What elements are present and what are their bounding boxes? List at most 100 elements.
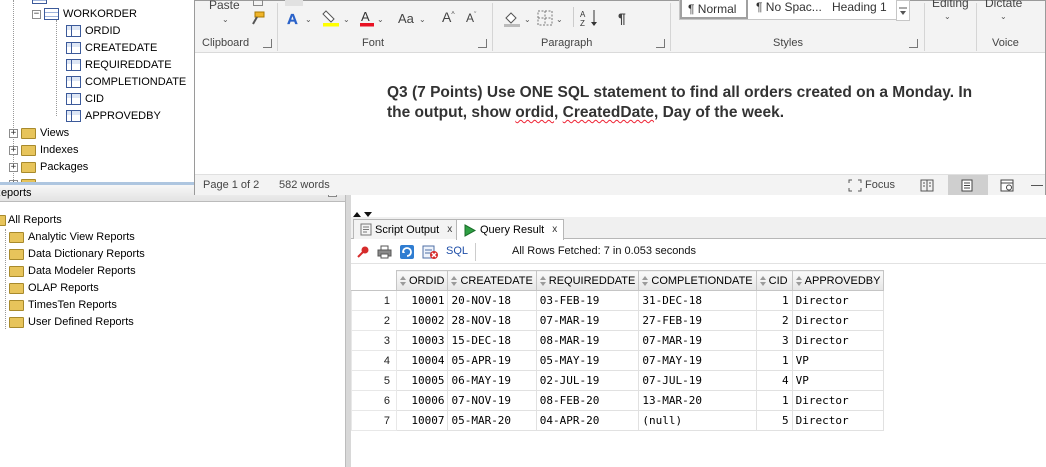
- cell-requireddate[interactable]: 05-MAY-19: [535, 350, 640, 371]
- shading-icon[interactable]: [502, 9, 522, 27]
- spellcheck-word[interactable]: ordid: [515, 104, 554, 121]
- print-layout-icon[interactable]: [960, 179, 974, 192]
- cell-cid[interactable]: 1: [755, 390, 793, 411]
- table-row[interactable]: 7 10007 05-MAR-20 04-APR-20 (null) 5 Dir…: [351, 410, 885, 431]
- tab-script-output[interactable]: Script Output x: [353, 219, 460, 239]
- format-painter-icon[interactable]: [249, 11, 265, 25]
- cell-approvedby[interactable]: Director: [791, 390, 885, 411]
- cell-approvedby[interactable]: VP: [791, 350, 885, 371]
- cancel-query-icon[interactable]: [422, 244, 439, 260]
- cell-completiondate[interactable]: 07-MAY-19: [638, 350, 757, 371]
- cell-cid[interactable]: 4: [755, 370, 793, 391]
- column-header-createdate[interactable]: CREATEDATE: [447, 270, 537, 291]
- expand-icon[interactable]: +: [9, 145, 18, 155]
- cell-cid[interactable]: 5: [755, 410, 793, 431]
- tree-column-approvedby[interactable]: APPROVEDBY: [66, 108, 161, 124]
- column-header-cid[interactable]: CID: [755, 270, 793, 291]
- tree-column-requireddate[interactable]: REQUIREDDATE: [66, 57, 172, 73]
- chevron-down-icon[interactable]: ⌄: [944, 12, 951, 21]
- focus-button[interactable]: Focus: [865, 179, 895, 191]
- cell-ordid[interactable]: 10005: [395, 370, 449, 391]
- style-heading-1[interactable]: Heading 1: [826, 0, 900, 19]
- tree-folder-indexes[interactable]: + Indexes: [9, 142, 79, 158]
- cell-ordid[interactable]: 10007: [395, 410, 449, 431]
- chevron-down-icon[interactable]: ⌄: [377, 15, 384, 24]
- tab-query-result[interactable]: Query Result x: [456, 219, 565, 240]
- text-effects-icon[interactable]: A: [285, 11, 303, 27]
- chevron-down-icon[interactable]: ⌄: [305, 15, 312, 24]
- cell-requireddate[interactable]: 03-FEB-19: [535, 290, 640, 311]
- cell-createdate[interactable]: 05-APR-19: [447, 350, 537, 371]
- paste-button[interactable]: Paste: [209, 0, 240, 12]
- cell-ordid[interactable]: 10006: [395, 390, 449, 411]
- chevron-down-icon[interactable]: ⌄: [343, 15, 350, 24]
- pin-icon[interactable]: [356, 245, 370, 259]
- cell-createdate[interactable]: 28-NOV-18: [447, 310, 537, 331]
- cell-approvedby[interactable]: Director: [791, 310, 885, 331]
- font-color-icon[interactable]: A: [358, 9, 376, 27]
- report-item-timesten[interactable]: TimesTen Reports: [9, 297, 117, 314]
- print-icon[interactable]: [377, 245, 392, 259]
- cell-cid[interactable]: 2: [755, 310, 793, 331]
- cell-approvedby[interactable]: Director: [791, 290, 885, 311]
- dialog-launcher-icon[interactable]: [656, 39, 665, 48]
- column-header-completiondate[interactable]: COMPLETIONDATE: [638, 270, 757, 291]
- report-item-user-defined[interactable]: User Defined Reports: [9, 314, 134, 331]
- show-formatting-icon[interactable]: ¶: [618, 10, 626, 26]
- table-row[interactable]: 4 10004 05-APR-19 05-MAY-19 07-MAY-19 1 …: [351, 350, 885, 371]
- cell-requireddate[interactable]: 08-FEB-20: [535, 390, 640, 411]
- column-header-ordid[interactable]: ORDID: [395, 270, 449, 291]
- cell-createdate[interactable]: 05-MAR-20: [447, 410, 537, 431]
- tree-column-createdate[interactable]: CREATEDATE: [66, 40, 157, 56]
- style-no-spacing[interactable]: ¶ No Spac...: [750, 0, 822, 19]
- cell-completiondate[interactable]: 31-DEC-18: [638, 290, 757, 311]
- table-row[interactable]: 1 10001 20-NOV-18 03-FEB-19 31-DEC-18 1 …: [351, 290, 885, 311]
- document-page[interactable]: Q3 (7 Points) Use ONE SQL statement to f…: [291, 53, 1045, 174]
- editing-button[interactable]: Editing: [932, 0, 969, 10]
- table-row[interactable]: 2 10002 28-NOV-18 07-MAR-19 27-FEB-19 2 …: [351, 310, 885, 331]
- cell-createdate[interactable]: 15-DEC-18: [447, 330, 537, 351]
- report-item-data-dictionary[interactable]: Data Dictionary Reports: [9, 246, 145, 263]
- tree-column-cid[interactable]: CID: [66, 91, 104, 107]
- cell-requireddate[interactable]: 04-APR-20: [535, 410, 640, 431]
- table-row[interactable]: 5 10005 06-MAY-19 02-JUL-19 07-JUL-19 4 …: [351, 370, 885, 391]
- table-row[interactable]: 3 10003 15-DEC-18 08-MAR-19 07-MAR-19 3 …: [351, 330, 885, 351]
- collapse-icon[interactable]: −: [32, 9, 41, 19]
- cell-ordid[interactable]: 10004: [395, 350, 449, 371]
- expand-icon[interactable]: +: [9, 128, 18, 138]
- grow-font-icon[interactable]: A^: [442, 9, 455, 25]
- cell-ordid[interactable]: 10002: [395, 310, 449, 331]
- close-tab-icon[interactable]: x: [552, 221, 557, 239]
- tree-column-ordid[interactable]: ORDID: [66, 23, 120, 39]
- tree-column-completiondate[interactable]: COMPLETIONDATE: [66, 74, 186, 90]
- close-tab-icon[interactable]: x: [447, 221, 452, 239]
- dialog-launcher-icon[interactable]: [263, 39, 272, 48]
- chevron-down-icon[interactable]: ⌄: [222, 15, 229, 24]
- spellcheck-word[interactable]: CreatedDate: [563, 104, 654, 121]
- sql-link[interactable]: SQL: [446, 245, 468, 257]
- cell-createdate[interactable]: 20-NOV-18: [447, 290, 537, 311]
- tree-folder-packages[interactable]: + Packages: [9, 159, 88, 175]
- cell-ordid[interactable]: 10001: [395, 290, 449, 311]
- report-item-analytic-view[interactable]: Analytic View Reports: [9, 229, 135, 246]
- style-normal[interactable]: ¶ Normal: [680, 0, 748, 19]
- dialog-launcher-icon[interactable]: [478, 39, 487, 48]
- cell-cid[interactable]: 3: [755, 330, 793, 351]
- cell-cid[interactable]: 1: [755, 350, 793, 371]
- expand-icon[interactable]: +: [9, 162, 18, 172]
- web-layout-icon[interactable]: [1000, 179, 1014, 192]
- chevron-down-icon[interactable]: ⌄: [1000, 12, 1007, 21]
- report-item-olap[interactable]: OLAP Reports: [9, 280, 99, 297]
- cell-completiondate[interactable]: (null): [638, 410, 757, 431]
- cell-approvedby[interactable]: Director: [791, 330, 885, 351]
- tree-node-workorder[interactable]: − WORKORDER: [32, 6, 137, 22]
- dialog-launcher-icon[interactable]: [909, 39, 918, 48]
- cell-cid[interactable]: 1: [755, 290, 793, 311]
- borders-icon[interactable]: [537, 10, 553, 26]
- chevron-down-icon[interactable]: ⌄: [556, 15, 563, 24]
- column-header-requireddate[interactable]: REQUIREDDATE: [535, 270, 640, 291]
- cell-completiondate[interactable]: 27-FEB-19: [638, 310, 757, 331]
- zoom-slider[interactable]: [1031, 185, 1043, 186]
- styles-more-button[interactable]: [896, 0, 910, 21]
- cell-requireddate[interactable]: 07-MAR-19: [535, 310, 640, 331]
